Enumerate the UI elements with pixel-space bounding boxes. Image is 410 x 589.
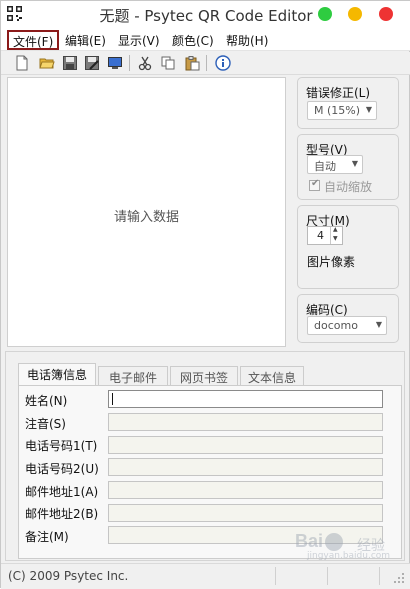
email2-label: 邮件地址2(B) <box>25 507 99 521</box>
status-bar: (C) 2009 Psytec Inc. <box>1 563 410 589</box>
chevron-down-icon: ▼ <box>351 159 358 168</box>
menu-edit[interactable]: 编辑(E) <box>65 32 106 49</box>
menu-view[interactable]: 显示(V) <box>118 32 160 49</box>
encoding-select[interactable]: docomo ▼ <box>307 316 387 335</box>
toolbar <box>1 52 410 75</box>
image-pixel-label: 图片像素 <box>307 255 356 269</box>
save-icon[interactable] <box>62 55 78 71</box>
title-bar: 无题 - Psytec QR Code Editor <box>1 1 410 29</box>
minimize-button[interactable] <box>348 7 362 21</box>
close-button[interactable] <box>379 7 393 21</box>
reading-field[interactable] <box>108 413 383 431</box>
error-correction-value: M (15%) <box>314 104 361 117</box>
status-divider <box>275 567 276 585</box>
email1-label: 邮件地址1(A) <box>25 485 99 499</box>
chevron-down-icon: ▼ <box>375 320 382 329</box>
menu-bar: 文件(F) 编辑(E) 显示(V) 颜色(C) 帮助(H) <box>1 29 410 51</box>
menu-color[interactable]: 颜色(C) <box>172 32 214 49</box>
qr-preview-area: 请输入数据 <box>7 77 286 347</box>
new-file-icon[interactable] <box>14 55 30 71</box>
spinner-buttons: ▲ ▼ <box>330 226 342 244</box>
reading-label: 注音(S) <box>25 417 66 431</box>
name-label: 姓名(N) <box>25 394 68 408</box>
error-correction-select[interactable]: M (15%) ▼ <box>307 101 377 120</box>
model-value: 自动 <box>314 160 336 173</box>
tab-phonebook[interactable]: 电话簿信息 <box>18 363 96 386</box>
name-field[interactable] <box>108 390 383 408</box>
size-spinner[interactable]: 4 ▲ ▼ <box>307 226 343 245</box>
checkmark-icon: ✔ <box>311 178 320 189</box>
copyright-text: (C) 2009 Psytec Inc. <box>8 569 129 583</box>
email1-field[interactable] <box>108 481 383 499</box>
size-group: 尺寸(M) 4 ▲ ▼ 图片像素 <box>297 205 399 289</box>
baidu-watermark: Bai 经验 jingyan.baidu.com <box>295 529 403 561</box>
menu-help[interactable]: 帮助(H) <box>226 32 268 49</box>
toolbar-separator <box>129 55 130 71</box>
menu-file[interactable]: 文件(F) <box>7 30 60 50</box>
phone1-label: 电话号码1(T) <box>25 439 98 453</box>
preview-placeholder: 请输入数据 <box>113 210 179 225</box>
paw-icon <box>325 533 343 551</box>
text-caret <box>112 393 113 405</box>
tab-text[interactable]: 文本信息 <box>240 366 304 386</box>
open-folder-icon[interactable] <box>39 55 55 71</box>
auto-scale-label: 自动缩放 <box>324 180 373 194</box>
phone1-field[interactable] <box>108 436 383 454</box>
cut-icon[interactable] <box>137 55 153 71</box>
app-window: 无题 - Psytec QR Code Editor 文件(F) 编辑(E) 显… <box>0 0 410 589</box>
size-value: 4 <box>317 229 324 242</box>
chevron-down-icon: ▼ <box>365 105 372 114</box>
spin-down-icon[interactable]: ▼ <box>333 235 338 242</box>
watermark-logo: Bai <box>295 531 324 551</box>
tab-bookmark[interactable]: 网页书签 <box>170 366 238 386</box>
toolbar-separator <box>206 55 207 71</box>
tab-email[interactable]: 电子邮件 <box>98 366 168 386</box>
note-label: 备注(M) <box>25 530 69 544</box>
encoding-group: 编码(C) docomo ▼ <box>297 294 399 343</box>
info-icon[interactable] <box>215 55 231 71</box>
resize-grip-icon[interactable] <box>393 572 405 584</box>
email2-field[interactable] <box>108 504 383 522</box>
status-divider <box>379 567 380 585</box>
auto-scale-checkbox[interactable]: ✔ <box>309 178 320 191</box>
spin-up-icon[interactable]: ▲ <box>333 226 338 233</box>
model-select[interactable]: 自动 ▼ <box>307 155 363 174</box>
monitor-icon[interactable] <box>107 55 123 71</box>
encoding-value: docomo <box>314 319 358 332</box>
maximize-button[interactable] <box>318 7 332 21</box>
status-divider <box>327 567 328 585</box>
error-correction-group: 错误修正(L) M (15%) ▼ <box>297 77 399 129</box>
copy-icon[interactable] <box>160 55 176 71</box>
watermark-url: jingyan.baidu.com <box>307 551 391 561</box>
phone2-label: 电话号码2(U) <box>25 462 99 476</box>
paste-icon[interactable] <box>184 55 200 71</box>
model-group: 型号(V) 自动 ▼ ✔ 自动缩放 <box>297 134 399 200</box>
error-correction-title: 错误修正(L) <box>306 86 371 100</box>
phone2-field[interactable] <box>108 458 383 476</box>
save-as-icon[interactable] <box>84 55 100 71</box>
